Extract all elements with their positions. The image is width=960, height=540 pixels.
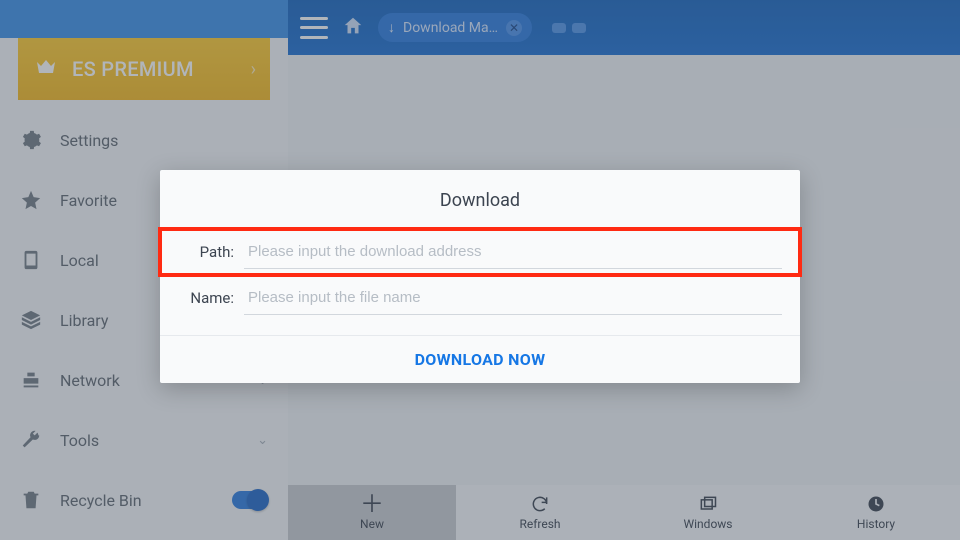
dialog-path-row: Path: [160,229,800,275]
dialog-name-row: Name: [160,275,800,321]
dialog-title: Download [160,170,800,229]
path-input[interactable] [244,235,782,269]
name-label: Name: [178,289,234,307]
download-dialog: Download Path: Name: DOWNLOAD NOW [160,170,800,383]
name-input[interactable] [244,281,782,315]
path-label: Path: [178,243,234,261]
download-now-button[interactable]: DOWNLOAD NOW [160,336,800,383]
app-root: ↓ Download Ma… ✕ ES PREMIUM › Settings F… [0,0,960,540]
